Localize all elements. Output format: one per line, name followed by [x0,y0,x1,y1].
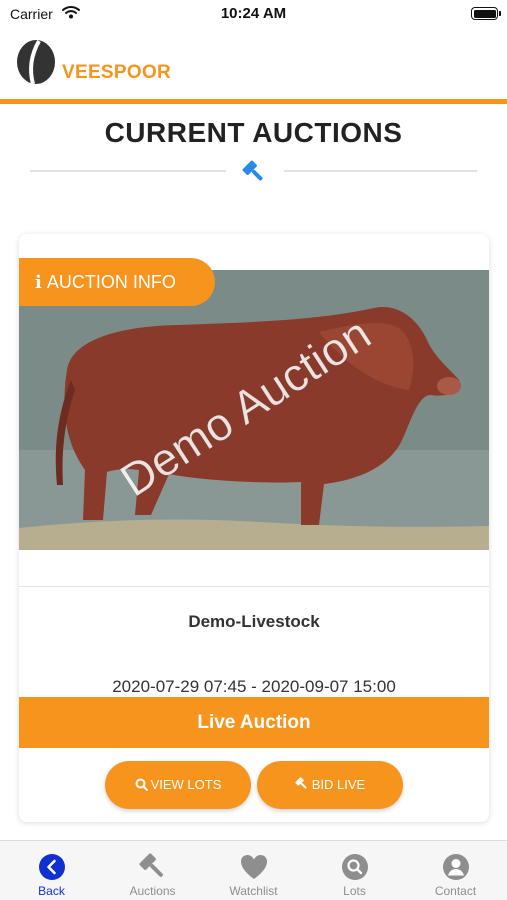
app-header: VEESPOOR [0,30,507,100]
view-lots-label: VIEW LOTS [150,777,222,792]
view-lots-button[interactable]: VIEW LOTS [105,761,251,809]
header-divider [0,99,507,104]
search-icon [342,854,368,880]
info-icon: i [35,272,42,293]
auction-info-label: AUCTION INFO [46,272,176,292]
back-icon [39,854,65,880]
auction-image[interactable]: Demo Auction [19,270,489,550]
tab-auctions-label: Auctions [129,884,176,898]
tab-lots[interactable]: Lots [304,841,405,900]
heart-icon [241,855,267,879]
status-bar: Carrier 10:24 AM [0,0,507,30]
live-auction-banner[interactable]: Live Auction [19,697,489,748]
auction-card[interactable]: i AUCTION INFO Demo Auction Demo-Livestoc… [19,234,489,822]
card-separator [19,586,489,587]
tab-contact-label: Contact [434,884,477,898]
tab-contact[interactable]: Contact [405,841,506,900]
hoof-logo-icon [14,39,58,90]
page-title: CURRENT AUCTIONS [104,117,403,148]
tab-back[interactable]: Back [1,841,102,900]
bid-live-label: BID LIVE [311,777,366,792]
user-icon [443,854,469,880]
auction-info-button[interactable]: i AUCTION INFO [19,258,215,306]
search-icon [135,778,148,791]
bid-live-button[interactable]: BID LIVE [257,761,403,809]
tab-lots-label: Lots [343,884,366,898]
clock: 10:24 AM [220,5,287,22]
gavel-icon [139,853,163,877]
gavel-icon [240,158,268,191]
title-divider-left [30,170,226,172]
brand-name: VEESPOOR [62,62,172,83]
auction-name: Demo-Livestock [188,612,320,631]
tab-watchlist-label: Watchlist [229,884,278,898]
title-divider-right [284,170,477,172]
tab-bar: Back Auctions Watchlist Lots Contact [0,840,507,900]
gavel-icon [295,777,307,789]
tab-back-label: Back [38,884,65,898]
auction-dates: 2020-07-29 07:45 - 2020-09-07 15:00 [112,677,396,696]
battery-icon [471,7,501,20]
tab-auctions[interactable]: Auctions [102,841,203,900]
tab-watchlist[interactable]: Watchlist [203,841,304,900]
